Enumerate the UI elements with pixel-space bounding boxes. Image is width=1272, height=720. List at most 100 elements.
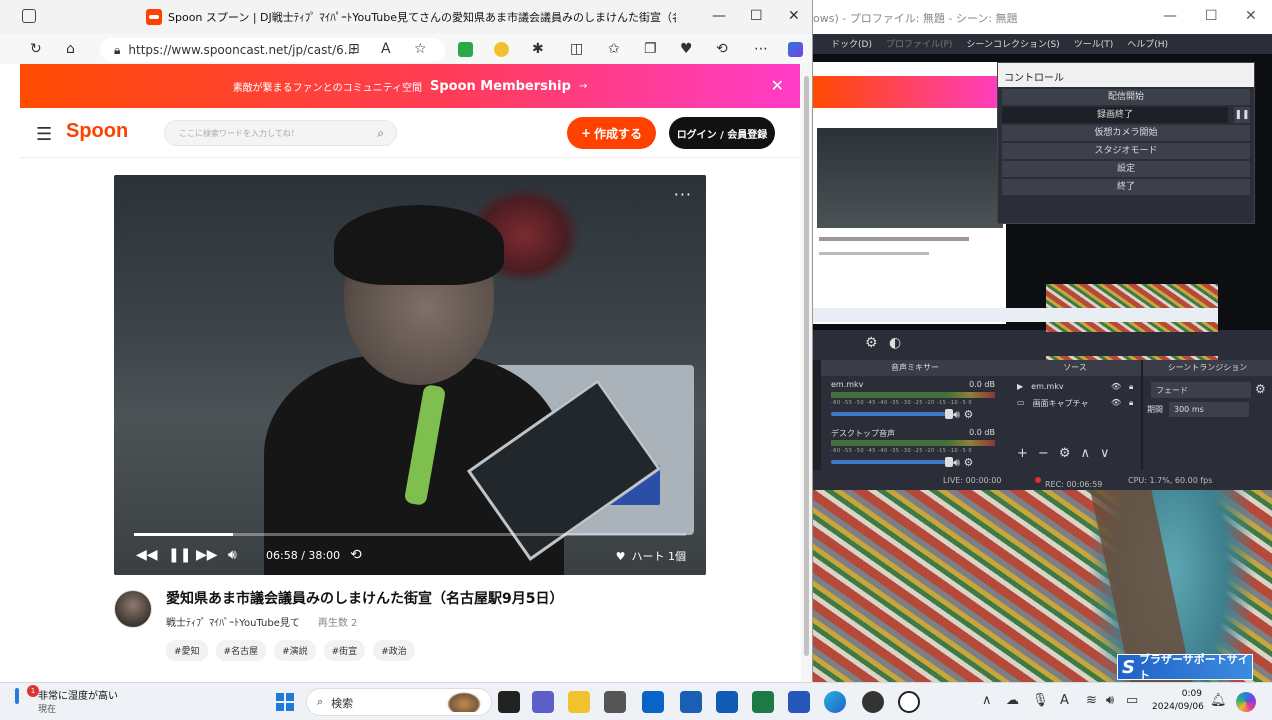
outlook-classic-icon[interactable] bbox=[716, 691, 738, 713]
page-scrollbar[interactable] bbox=[801, 64, 812, 682]
gear-icon[interactable]: ⚙ bbox=[1059, 446, 1071, 461]
studio-mode-button[interactable]: スタジオモード bbox=[1002, 143, 1250, 159]
menu-dock[interactable]: ドック(D) bbox=[831, 37, 872, 50]
pause-recording-button[interactable]: ❚❚ bbox=[1234, 107, 1250, 123]
image-app-icon[interactable] bbox=[680, 691, 702, 713]
pause-icon[interactable]: ❚❚ bbox=[168, 547, 191, 563]
hamburger-menu-icon[interactable]: ☰ bbox=[36, 124, 52, 145]
tag-item[interactable]: #演説 bbox=[274, 640, 316, 661]
volume-icon[interactable]: 🔊︎ bbox=[1106, 693, 1114, 708]
player-progress-bar[interactable] bbox=[134, 533, 686, 536]
login-button[interactable]: ログイン / 会員登録 bbox=[669, 117, 775, 149]
obs-maximize-button[interactable]: ☐ bbox=[1205, 8, 1218, 24]
minimize-button[interactable]: — bbox=[712, 8, 726, 24]
menu-profile[interactable]: プロファイル(P) bbox=[886, 37, 952, 50]
remove-icon[interactable]: − bbox=[1038, 446, 1049, 461]
spoon-logo[interactable]: Spoon bbox=[66, 120, 128, 143]
extension-check-icon[interactable] bbox=[458, 42, 473, 57]
maximize-button[interactable]: ☐ bbox=[750, 8, 763, 24]
obs-app-icon[interactable] bbox=[862, 691, 884, 713]
eye-icon[interactable]: 👁︎ bbox=[1111, 398, 1121, 407]
gear-icon[interactable]: ⚙ bbox=[1255, 382, 1266, 396]
battery-icon[interactable]: ▭ bbox=[1126, 693, 1138, 708]
video-player[interactable]: ··· ◀◀ ❚❚ ▶▶ 🔊︎ 06:58 / 38:00 ⟲ ♥ ハート 1個 bbox=[114, 175, 706, 575]
avatar[interactable] bbox=[114, 590, 152, 628]
read-aloud-icon[interactable]: A bbox=[381, 41, 391, 57]
lock-icon[interactable]: 🔒︎ bbox=[1129, 382, 1133, 392]
gear-icon[interactable]: ⚙ bbox=[963, 408, 973, 421]
excel-icon[interactable] bbox=[752, 691, 774, 713]
tag-item[interactable]: #愛知 bbox=[166, 640, 208, 661]
cast-author[interactable]: 戦士ﾃｨﾌﾟ ﾏｲﾊﾟｰﾄYouTube見て bbox=[166, 618, 300, 629]
extension-yellow-icon[interactable] bbox=[494, 42, 509, 57]
grid-icon[interactable]: ⊞ bbox=[348, 41, 360, 57]
filter-icon[interactable]: ◐ bbox=[889, 335, 901, 351]
gear-icon[interactable]: ⚙ bbox=[963, 456, 973, 469]
add-icon[interactable]: + bbox=[1017, 446, 1028, 461]
move-down-icon[interactable]: ∨ bbox=[1100, 446, 1110, 461]
word-icon[interactable] bbox=[788, 691, 810, 713]
lock-icon[interactable]: 🔒︎ bbox=[1129, 398, 1133, 408]
repeat-icon[interactable]: ⟲ bbox=[350, 547, 362, 563]
copilot-icon[interactable] bbox=[788, 42, 803, 57]
like-button[interactable]: ♥ ハート 1個 bbox=[616, 548, 686, 564]
performance-icon[interactable]: ♥ bbox=[680, 41, 693, 57]
support-site-shortcut[interactable]: S ブラザーサポートサイト bbox=[1117, 653, 1253, 682]
clock[interactable]: 0:09 2024/09/06 bbox=[1152, 688, 1204, 714]
more-menu-icon[interactable]: ⋯ bbox=[754, 41, 768, 57]
refresh-icon[interactable]: ↻ bbox=[30, 41, 42, 57]
outlook-icon[interactable] bbox=[642, 691, 664, 713]
notification-bell-icon[interactable]: 🔔︎ bbox=[1210, 693, 1227, 708]
transition-select[interactable]: フェード bbox=[1151, 382, 1251, 398]
banner-close-button[interactable]: ✕ bbox=[771, 76, 784, 95]
tag-item[interactable]: #政治 bbox=[373, 640, 415, 661]
volume-slider[interactable] bbox=[831, 457, 953, 467]
chevron-up-icon[interactable]: ∧ bbox=[982, 693, 992, 708]
extension-puzzle-icon[interactable]: ✱ bbox=[532, 41, 544, 57]
player-more-button[interactable]: ··· bbox=[674, 185, 692, 204]
start-virtual-camera-button[interactable]: 仮想カメラ開始 bbox=[1002, 125, 1250, 141]
app-icon[interactable] bbox=[898, 691, 920, 713]
settings-button[interactable]: 設定 bbox=[1002, 161, 1250, 177]
weather-widget[interactable]: 1 非常に湿度が高い 現在 bbox=[12, 685, 118, 715]
browser-essentials-icon[interactable]: ⟲ bbox=[716, 41, 728, 57]
volume-slider[interactable] bbox=[831, 409, 953, 419]
wifi-icon[interactable]: ≋ bbox=[1086, 693, 1097, 708]
teams-icon[interactable] bbox=[532, 691, 554, 713]
workspaces-icon[interactable] bbox=[22, 9, 36, 23]
menu-help[interactable]: ヘルプ(H) bbox=[1127, 37, 1168, 50]
eye-icon[interactable]: 👁︎ bbox=[1111, 382, 1121, 391]
start-button[interactable] bbox=[276, 693, 294, 711]
edge-icon[interactable] bbox=[824, 691, 846, 713]
gear-icon[interactable]: ⚙ bbox=[865, 335, 878, 351]
volume-icon[interactable]: 🔊︎ bbox=[228, 547, 237, 563]
stop-recording-button[interactable]: 録画終了 ❚❚ bbox=[1002, 107, 1250, 123]
menu-scene-collection[interactable]: シーンコレクション(S) bbox=[966, 37, 1059, 50]
app-icon[interactable] bbox=[604, 691, 626, 713]
ime-icon[interactable]: A bbox=[1060, 693, 1069, 708]
favorites-icon[interactable]: ✩ bbox=[608, 41, 620, 57]
task-view-icon[interactable] bbox=[498, 691, 520, 713]
home-icon[interactable]: ⌂ bbox=[66, 41, 75, 57]
tag-item[interactable]: #名古屋 bbox=[215, 640, 267, 661]
exit-button[interactable]: 終了 bbox=[1002, 179, 1250, 195]
address-bar[interactable]: 🔒︎ https://www.spooncast.net/jp/cast/6..… bbox=[100, 38, 445, 62]
collections-icon[interactable]: ❐ bbox=[644, 41, 657, 57]
obs-close-button[interactable]: ✕ bbox=[1245, 8, 1257, 24]
copilot-icon[interactable] bbox=[1236, 692, 1256, 712]
speaker-icon[interactable]: 🔊︎ bbox=[953, 456, 960, 469]
source-item[interactable]: ▭ 画面キャプチャ 👁︎ 🔒︎ bbox=[1017, 398, 1137, 409]
source-item[interactable]: ▶ em.mkv 👁︎ 🔒︎ bbox=[1017, 382, 1137, 391]
search-input[interactable]: ここに検索ワードを入力してね！ ⌕ bbox=[164, 120, 397, 146]
menu-tools[interactable]: ツール(T) bbox=[1074, 37, 1114, 50]
forward-icon[interactable]: ▶▶ bbox=[196, 547, 218, 563]
favorite-star-icon[interactable]: ☆ bbox=[414, 41, 427, 57]
move-up-icon[interactable]: ∧ bbox=[1080, 446, 1090, 461]
create-button[interactable]: + 作成する bbox=[567, 117, 656, 149]
membership-banner[interactable]: 素敵が繋まるファンとのコミュニティ空間 Spoon Membership → ✕ bbox=[20, 64, 800, 108]
scrollbar-thumb[interactable] bbox=[804, 76, 809, 656]
microphone-icon[interactable]: 🎙︎ bbox=[1032, 693, 1049, 708]
duration-input[interactable]: 300 ms bbox=[1169, 402, 1249, 417]
close-window-button[interactable]: ✕ bbox=[788, 8, 800, 24]
onedrive-icon[interactable]: ☁ bbox=[1006, 693, 1019, 708]
